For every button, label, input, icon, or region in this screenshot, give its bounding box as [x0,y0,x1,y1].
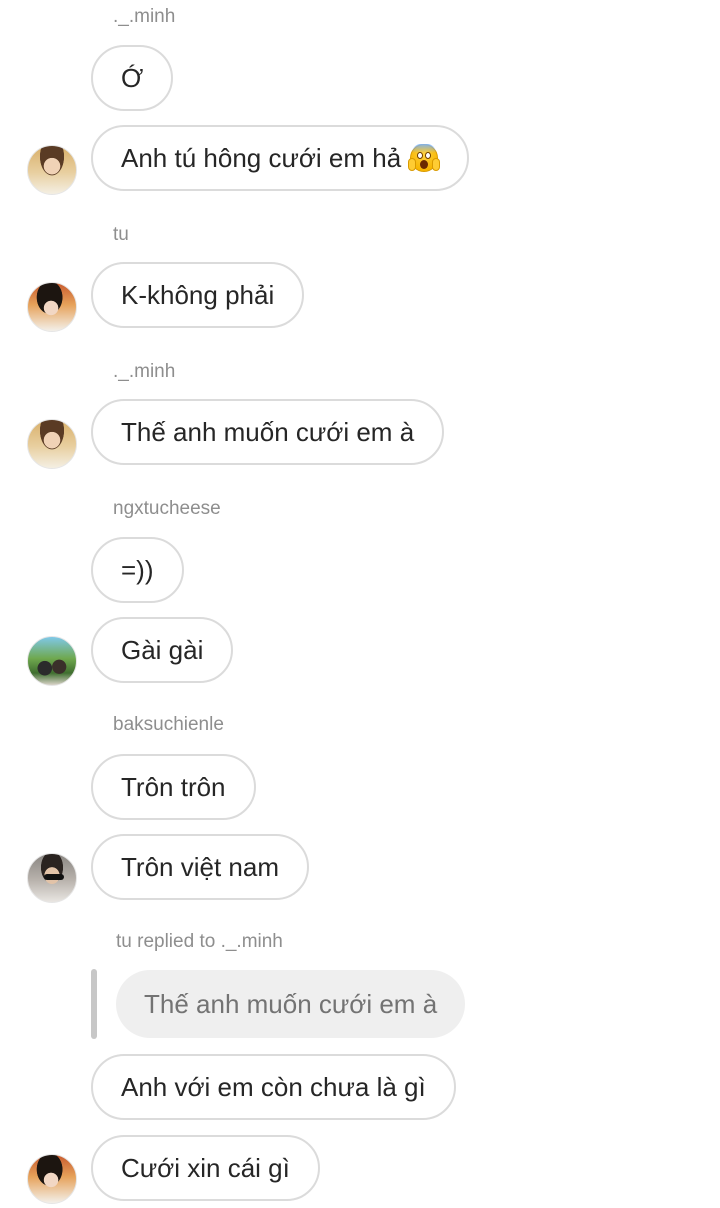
avatar[interactable] [27,853,77,903]
avatar[interactable] [27,1154,77,1204]
avatar[interactable] [27,282,77,332]
message-bubble[interactable]: Cưới xin cái gì [91,1135,320,1201]
sunglasses [44,874,64,880]
message-bubble[interactable]: Trôn việt nam [91,834,309,900]
face-screaming-in-fear-icon [408,143,441,173]
message-bubble[interactable]: Trôn trôn [91,754,256,820]
sender-name: ._.minh [113,6,176,27]
sender-name: ngxtucheese [113,498,221,519]
message-bubble[interactable]: Gài gài [91,617,234,683]
message-bubble[interactable]: Thế anh muốn cưới em à [91,399,445,465]
sender-name: baksuchienle [113,714,224,735]
sender-name: tu [113,224,129,245]
reply-indicator-bar [91,969,97,1039]
message-bubble[interactable]: =)) [91,537,184,603]
sender-name: ._.minh [113,361,176,382]
message-thread: ._.minh Ớ Anh tú hông cưới em hả tu K-kh… [0,0,720,1208]
message-bubble[interactable]: Anh với em còn chưa là gì [91,1054,456,1120]
message-bubble[interactable]: Anh tú hông cưới em hả [91,125,470,191]
message-bubble[interactable]: K-không phải [91,262,305,328]
avatar[interactable] [27,419,77,469]
message-text: Anh tú hông cưới em hả [121,143,402,173]
avatar[interactable] [27,636,77,686]
quoted-message[interactable]: Thế anh muốn cưới em à [116,970,466,1038]
reply-label: tu replied to ._.minh [116,931,283,952]
message-bubble[interactable]: Ớ [91,45,174,111]
avatar[interactable] [27,145,77,195]
